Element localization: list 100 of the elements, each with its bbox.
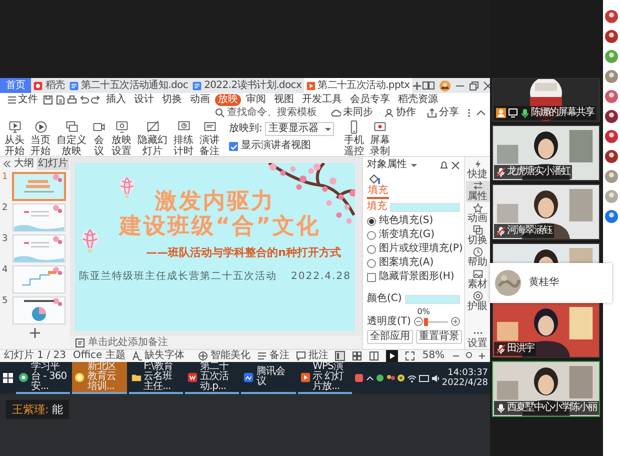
plus-icon[interactable] [478, 352, 486, 360]
search-field[interactable]: 查找命令、搜索模板 [215, 106, 323, 118]
ribbon-button[interactable]: 屏幕录制 [369, 120, 390, 157]
windows-icon[interactable] [2, 372, 14, 384]
print-icon[interactable] [67, 94, 77, 104]
field-label: 放映到: [229, 123, 262, 135]
menu-tab[interactable]: 会员专享 [347, 94, 393, 106]
slide-thumbnail[interactable] [12, 203, 66, 232]
ribbon-button[interactable]: 自定义放映 [56, 120, 87, 157]
menu-tab[interactable]: 动画 [187, 94, 213, 106]
pane-tab[interactable]: 幻灯片 [37, 158, 69, 170]
wifi-icon[interactable] [406, 374, 417, 382]
normal-view-icon[interactable] [335, 351, 346, 361]
side-tool-button[interactable]: 动画 [466, 203, 490, 224]
toolbar-button[interactable]: 协作 [381, 106, 419, 118]
status-button[interactable]: 批注 [296, 350, 328, 362]
side-tool-button[interactable]: 设置 [466, 328, 490, 349]
ribbon-button[interactable]: 演讲备注 [199, 120, 220, 157]
home-tab[interactable]: 首页 [0, 78, 32, 93]
radio-button[interactable] [367, 258, 376, 268]
avatar[interactable] [438, 80, 451, 92]
menu-tab[interactable]: 开发工具 [299, 94, 345, 106]
menu-tab[interactable]: 视图 [271, 94, 297, 106]
side-tool-button[interactable]: 切换 [466, 225, 490, 246]
ribbon-button[interactable]: 放映设置 [111, 120, 132, 157]
file-tab[interactable]: 2022.2读书计划.docx [190, 78, 304, 93]
toolbar-button[interactable]: 分享 [424, 106, 462, 118]
app-icon[interactable] [354, 373, 364, 383]
ribbon-button[interactable]: 会议 [92, 120, 106, 157]
status-button[interactable]: 智能美化 [198, 350, 250, 362]
slide-thumbnail[interactable] [12, 265, 66, 294]
layout-icon[interactable] [422, 80, 435, 91]
keyboard-icon[interactable] [418, 374, 429, 382]
chevron-icon[interactable] [366, 374, 374, 382]
ribbon-button[interactable]: 当页开始 [30, 120, 51, 157]
speaker-icon[interactable] [430, 374, 440, 382]
file-menu[interactable]: 文件 [4, 94, 41, 106]
slide-thumbnail[interactable] [12, 234, 66, 263]
save-icon[interactable] [43, 94, 53, 104]
ribbon-button[interactable]: 排练计时 [173, 120, 194, 157]
checkbox[interactable] [229, 142, 238, 150]
file-tab[interactable]: 第二十五次活动通知.doc [66, 78, 190, 93]
plus-icon[interactable] [412, 80, 422, 90]
redo-icon[interactable] [91, 94, 101, 104]
plus-icon[interactable] [451, 317, 460, 326]
pane-tab[interactable]: 大纲 [13, 158, 35, 170]
add-slide-icon[interactable] [29, 327, 41, 339]
ribbon-button[interactable]: 从头开始 [4, 120, 25, 157]
slider-thumb[interactable] [424, 318, 428, 326]
checkbox[interactable] [367, 272, 376, 282]
undo-icon[interactable] [79, 94, 89, 104]
color-picker[interactable] [404, 294, 460, 304]
panel-tab[interactable]: 填充 [367, 173, 389, 199]
grid-view-icon[interactable] [352, 351, 362, 361]
radio-button[interactable] [367, 230, 376, 240]
menu-tab[interactable]: 设计 [131, 94, 157, 106]
action-button[interactable]: 重置背景 [416, 330, 462, 344]
menu-tab[interactable]: 切换 [159, 94, 185, 106]
file-tab[interactable]: 稻壳 [31, 78, 67, 93]
fit-icon[interactable] [405, 351, 416, 361]
side-tool-button[interactable]: 素材 [466, 269, 490, 290]
option-label: 图片或纹理填充(P) [379, 243, 463, 255]
menu-tab[interactable]: 放映 [215, 94, 241, 106]
close-icon[interactable] [482, 80, 493, 90]
toolbar-button[interactable]: 未同步 [328, 106, 376, 118]
side-tool-button[interactable]: 护眼 [466, 291, 490, 312]
collapse-icon[interactable] [2, 160, 11, 168]
close-icon[interactable] [451, 160, 460, 170]
status-button[interactable]: 缺失字体 [132, 350, 184, 362]
radio-button[interactable] [367, 216, 376, 226]
display-select[interactable]: 主要显示器 [265, 122, 334, 136]
zoom-level[interactable]: 58% [422, 350, 445, 362]
collapse-icon[interactable] [476, 108, 486, 118]
status-dot-icon[interactable] [396, 374, 405, 382]
ribbon-button[interactable]: 手机遥控 [343, 120, 364, 157]
status-button[interactable]: 备注 [257, 350, 290, 362]
side-tool-button[interactable]: 帮助 [466, 247, 490, 268]
file-tab[interactable]: 第二十五次活动.pptx [304, 78, 412, 93]
action-button[interactable]: 全部应用 [367, 330, 413, 344]
bell-icon[interactable] [439, 160, 448, 170]
menu-tab[interactable]: 审阅 [243, 94, 269, 106]
export-icon[interactable] [55, 94, 65, 104]
minus-icon[interactable] [414, 317, 423, 326]
color-picker[interactable] [390, 202, 460, 212]
zoom-slider-thumb[interactable] [466, 352, 472, 358]
side-tool-button[interactable]: 属性 [466, 181, 490, 202]
menu-tab[interactable]: 插入 [103, 94, 129, 106]
radio-button[interactable] [367, 244, 376, 254]
taskbar-button[interactable]: 新北区教育云培训... [72, 362, 127, 394]
ribbon-button[interactable]: 隐藏幻灯片 [137, 120, 168, 157]
slide-thumbnail[interactable] [12, 172, 66, 201]
clock-time: 14:03:37 [448, 368, 488, 378]
slide-thumbnail[interactable] [12, 296, 66, 325]
side-tool-button[interactable]: 快捷 [466, 159, 490, 180]
restore-icon[interactable] [468, 80, 479, 90]
more-icon[interactable] [467, 108, 471, 118]
play-icon[interactable] [386, 350, 398, 362]
menu-tab[interactable]: 稻壳资源 [395, 94, 441, 106]
status-dot-icon[interactable] [376, 374, 384, 382]
reading-view-icon[interactable] [369, 351, 380, 361]
